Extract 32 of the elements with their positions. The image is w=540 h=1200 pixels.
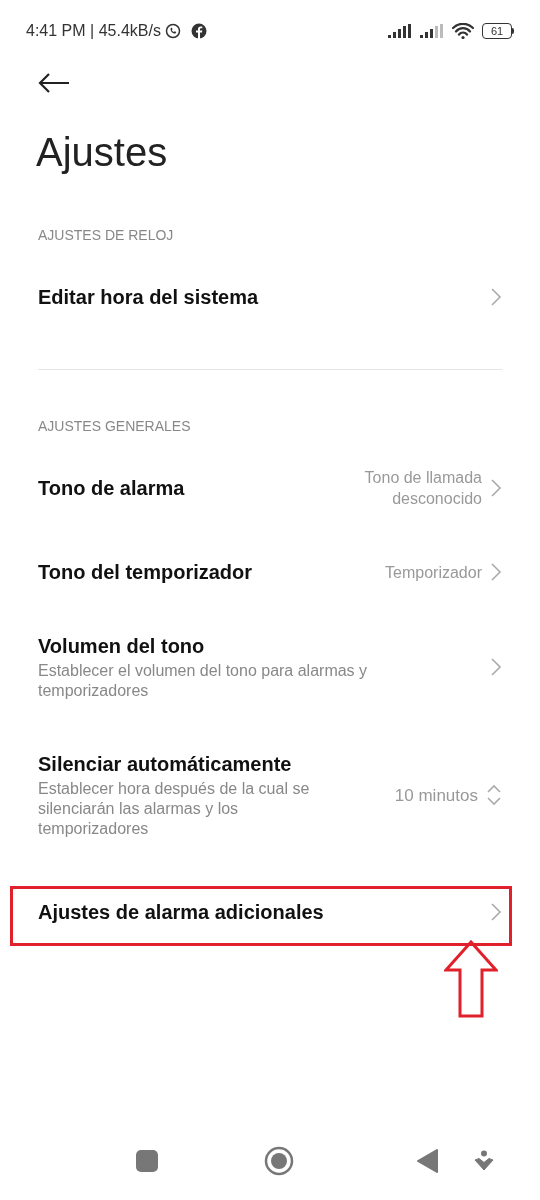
setting-title[interactable]: Silenciar automáticamente: [38, 751, 385, 777]
setting-title[interactable]: Ajustes de alarma adicionales: [38, 899, 480, 925]
setting-title[interactable]: Tono del temporizador: [38, 559, 376, 585]
home-button[interactable]: [264, 1146, 294, 1176]
chat-icon: [164, 23, 181, 39]
signal-icon: [420, 24, 444, 38]
recents-button[interactable]: [136, 1150, 158, 1172]
battery-icon: 61: [482, 23, 514, 39]
chevron-right-icon: [490, 478, 502, 498]
social-icon: [190, 23, 207, 39]
assistant-icon[interactable]: [474, 1150, 494, 1172]
chevron-right-icon: [490, 287, 502, 307]
setting-title[interactable]: Volumen del tono: [38, 633, 480, 659]
wifi-icon: [452, 23, 474, 39]
setting-value: Tono de llamada desconocido: [363, 468, 482, 509]
up-down-icon: [486, 783, 502, 807]
page-title: Ajustes: [35, 129, 169, 176]
signal-icon: [388, 24, 412, 38]
back-arrow-icon[interactable]: [38, 72, 70, 94]
back-button[interactable]: [417, 1149, 439, 1173]
setting-title[interactable]: Editar hora del sistema: [38, 284, 480, 310]
section-header: AJUSTES GENERALES: [37, 416, 192, 436]
status-time: 4:41 PM | 45.4kB/s: [26, 21, 161, 41]
setting-value: 10 minutos: [394, 784, 478, 806]
setting-description: Establecer hora después de la cual se silenciarán las alarmas y los temporizadores: [38, 779, 311, 839]
setting-description: Establecer el volumen del tono para alarmas y temporizadores: [38, 661, 369, 701]
chevron-right-icon: [490, 902, 502, 922]
setting-value: Temporizador: [385, 562, 482, 583]
section-header: AJUSTES DE RELOJ: [37, 225, 175, 245]
chevron-right-icon: [490, 562, 502, 582]
setting-title[interactable]: Tono de alarma: [38, 475, 332, 501]
chevron-right-icon: [490, 657, 502, 677]
